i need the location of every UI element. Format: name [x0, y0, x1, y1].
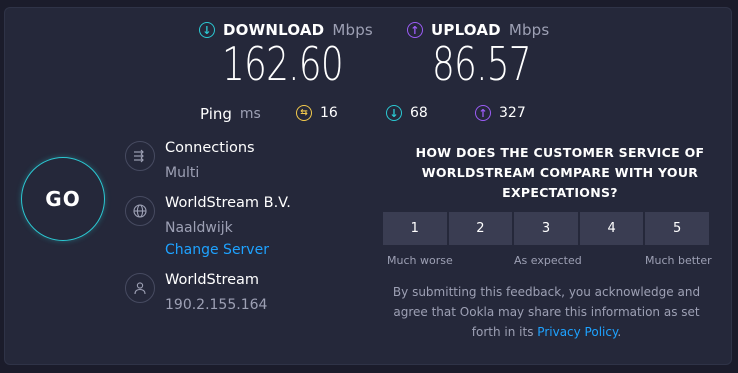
globe-icon: [125, 196, 155, 226]
ping-label: Ping: [200, 105, 232, 123]
scale-low-label: Much worse: [387, 254, 453, 267]
go-button[interactable]: GO: [21, 157, 105, 241]
globe-icon-glyph: [133, 204, 147, 218]
go-button-label: GO: [45, 187, 81, 211]
server-title: WorldStream B.V.: [165, 195, 291, 211]
download-icon: ↓: [199, 22, 215, 38]
rating-option-2[interactable]: 2: [448, 212, 513, 245]
scale-mid-label: As expected: [514, 254, 582, 267]
server-location: Naaldwijk: [165, 220, 233, 236]
survey-disclaimer: By submitting this feedback, you acknowl…: [380, 282, 713, 342]
upload-icon: ↑: [407, 22, 423, 38]
ping-idle: ⇆ 16: [296, 105, 338, 121]
connections-icon: [125, 141, 155, 171]
upload-icon: ↑: [475, 105, 491, 121]
scale-high-label: Much better: [645, 254, 712, 267]
ping-icon: ⇆: [296, 105, 312, 121]
provider-ip: 190.2.155.164: [165, 297, 268, 313]
ping-row: Ping ms: [200, 105, 261, 123]
rating-option-3[interactable]: 3: [514, 212, 578, 245]
user-icon: [125, 273, 155, 303]
provider-title: WorldStream: [165, 272, 260, 288]
ping-upload: ↑ 327: [475, 105, 526, 121]
download-value: 162.60: [222, 37, 344, 91]
rating-scale: 1 2 3 4 5: [383, 212, 709, 245]
connections-title: Connections: [165, 140, 255, 156]
ping-idle-value: 16: [320, 105, 338, 121]
ping-download-value: 68: [410, 105, 428, 121]
change-server-link[interactable]: Change Server: [165, 242, 269, 258]
rating-option-4[interactable]: 4: [579, 212, 644, 245]
connections-icon-glyph: [134, 149, 144, 163]
download-icon: ↓: [386, 105, 402, 121]
rating-option-1[interactable]: 1: [383, 212, 447, 245]
ping-download: ↓ 68: [386, 105, 428, 121]
user-icon-glyph: [134, 282, 146, 295]
upload-value: 86.57: [432, 37, 532, 91]
privacy-policy-link[interactable]: Privacy Policy: [537, 325, 617, 339]
disclaimer-period: .: [617, 325, 622, 339]
ping-upload-value: 327: [499, 105, 526, 121]
survey-question: HOW DOES THE CUSTOMER SERVICE OF WORLDST…: [415, 145, 705, 200]
connections-value: Multi: [165, 165, 200, 181]
rating-option-5[interactable]: 5: [645, 212, 709, 245]
ping-unit: ms: [239, 106, 261, 122]
